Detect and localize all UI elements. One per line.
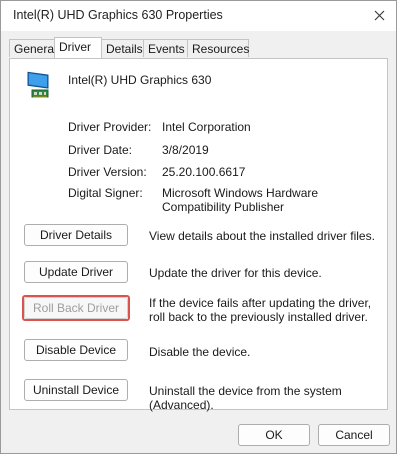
tab-general[interactable]: General xyxy=(9,39,57,57)
driver-provider-label: Driver Provider: xyxy=(68,120,152,134)
driver-tab-panel: Intel(R) UHD Graphics 630 Driver Provide… xyxy=(9,58,388,412)
update-driver-description: Update the driver for this device. xyxy=(149,266,322,280)
driver-date-label: Driver Date: xyxy=(68,143,133,157)
ok-button[interactable]: OK xyxy=(238,424,310,446)
tab-details[interactable]: Details xyxy=(101,39,144,57)
driver-version-value: 25.20.100.6617 xyxy=(162,165,246,179)
digital-signer-label: Digital Signer: xyxy=(68,186,143,200)
close-button[interactable] xyxy=(366,3,392,27)
driver-provider-value: Intel Corporation xyxy=(162,120,251,134)
window-title: Intel(R) UHD Graphics 630 Properties xyxy=(13,8,223,22)
tab-driver[interactable]: Driver xyxy=(54,37,102,58)
cancel-button[interactable]: Cancel xyxy=(318,424,390,446)
update-driver-button[interactable]: Update Driver xyxy=(24,261,128,283)
title-bar: Intel(R) UHD Graphics 630 Properties xyxy=(1,1,396,31)
uninstall-device-button[interactable]: Uninstall Device xyxy=(24,379,128,401)
digital-signer-value: Microsoft Windows Hardware Compatibility… xyxy=(162,186,319,214)
uninstall-device-description: Uninstall the device from the system (Ad… xyxy=(149,384,342,412)
roll-back-driver-description: If the device fails after updating the d… xyxy=(149,296,372,324)
device-name: Intel(R) UHD Graphics 630 xyxy=(68,73,212,87)
driver-details-button[interactable]: Driver Details xyxy=(24,224,128,246)
driver-details-description: View details about the installed driver … xyxy=(149,229,375,243)
disable-device-description: Disable the device. xyxy=(149,345,251,359)
properties-dialog: Intel(R) UHD Graphics 630 Properties Gen… xyxy=(0,0,397,454)
tab-events[interactable]: Events xyxy=(143,39,188,57)
roll-back-driver-button[interactable]: Roll Back Driver xyxy=(24,297,128,319)
tab-resources[interactable]: Resources xyxy=(187,39,249,57)
driver-version-label: Driver Version: xyxy=(68,165,147,179)
close-icon xyxy=(374,10,385,21)
display-adapter-icon xyxy=(26,70,54,100)
driver-date-value: 3/8/2019 xyxy=(162,143,209,157)
disable-device-button[interactable]: Disable Device xyxy=(24,339,128,361)
